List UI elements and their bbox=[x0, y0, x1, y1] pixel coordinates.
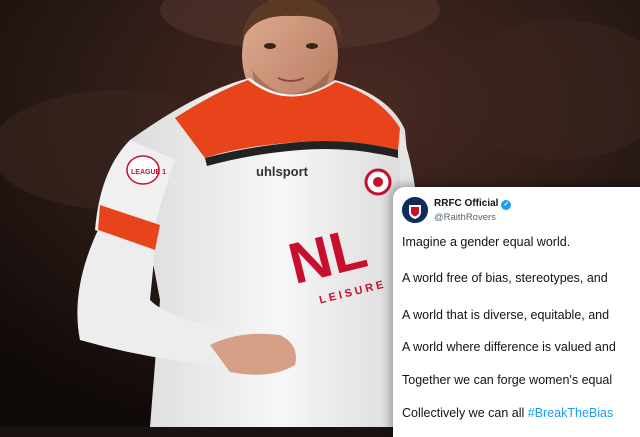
tweet-line-6: Collectively we can all #BreakTheBias bbox=[402, 406, 613, 420]
tweet-line-1: Imagine a gender equal world. bbox=[402, 235, 571, 249]
account-handle[interactable]: @RaithRovers bbox=[434, 212, 496, 223]
account-name-label: RRFC Official bbox=[434, 198, 499, 209]
verified-badge-icon: ✓ bbox=[501, 200, 512, 210]
tweet-line-3: A world that is diverse, equitable, and bbox=[402, 308, 610, 322]
tweet-line-6-text: Collectively we can all bbox=[402, 406, 525, 420]
tweet-line-5: Together we can forge women's equal bbox=[402, 373, 613, 387]
tweet-card: RRFC Official ✓ @RaithRovers Imagine a ge… bbox=[393, 187, 640, 437]
hashtag-link[interactable]: #BreakTheBias bbox=[528, 406, 613, 420]
kit-brand-text: uhlsport bbox=[256, 164, 309, 179]
sleeve-badge-text: LEAGUE 1 bbox=[131, 169, 166, 176]
tweet-line-4: A world where difference is valued and bbox=[402, 340, 616, 354]
account-avatar[interactable] bbox=[402, 197, 428, 223]
account-name[interactable]: RRFC Official ✓ bbox=[434, 198, 512, 210]
tweet-line-2: A world free of bias, stereotypes, and bbox=[402, 271, 608, 285]
